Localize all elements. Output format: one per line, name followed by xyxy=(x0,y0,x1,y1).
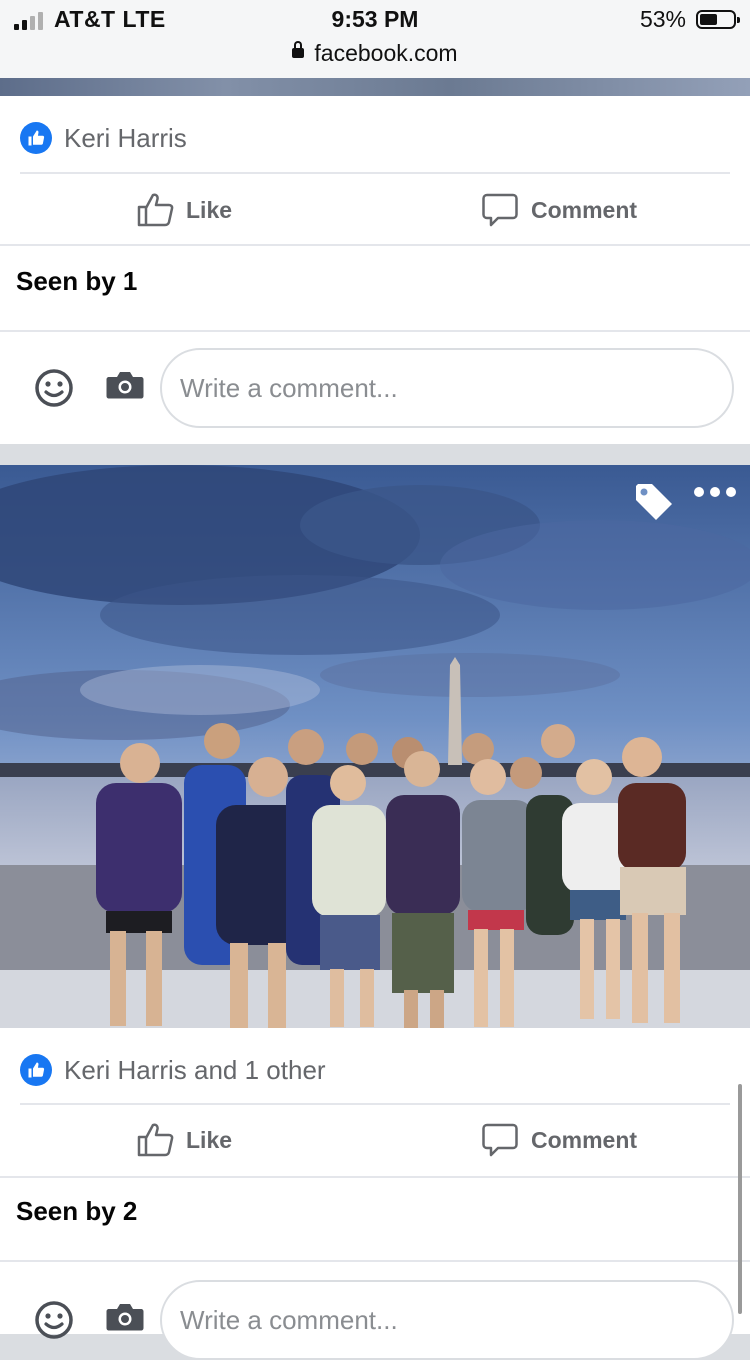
tag-icon[interactable] xyxy=(632,480,674,527)
camera-button[interactable] xyxy=(106,370,144,405)
like-label: Like xyxy=(186,196,233,223)
emoji-button[interactable] xyxy=(34,368,74,413)
comment-input[interactable] xyxy=(160,1280,734,1360)
camera-icon xyxy=(106,372,144,399)
like-button[interactable]: Like xyxy=(136,192,232,228)
smiley-icon xyxy=(35,369,73,407)
like-reaction-icon xyxy=(20,122,52,154)
battery-percent: 53% xyxy=(639,6,686,32)
divider xyxy=(0,1260,750,1262)
post-footer-1: Keri Harris Like Comment Seen by 1 xyxy=(0,96,750,444)
scrollbar[interactable] xyxy=(738,1084,742,1314)
comment-bubble-icon xyxy=(482,193,518,227)
address-bar[interactable]: facebook.com xyxy=(0,40,750,67)
post-photo[interactable] xyxy=(0,465,750,1028)
reactions-names: Keri Harris xyxy=(64,122,187,153)
comment-composer xyxy=(0,1280,750,1360)
status-time: 9:53 PM xyxy=(331,6,419,32)
seen-by-count[interactable]: Seen by 2 xyxy=(16,1196,137,1227)
previous-photo-bottom[interactable] xyxy=(0,78,750,96)
thumbs-up-icon xyxy=(137,1123,174,1157)
reactions-summary[interactable]: Keri Harris xyxy=(20,122,187,154)
thumbs-up-icon xyxy=(137,193,174,227)
reactions-names: Keri Harris and 1 other xyxy=(64,1054,326,1085)
url-text: facebook.com xyxy=(314,40,458,66)
emoji-button[interactable] xyxy=(34,1300,74,1345)
comment-composer xyxy=(0,348,750,428)
comment-label: Comment xyxy=(531,1126,638,1153)
divider xyxy=(20,172,730,174)
post-footer-2: Keri Harris and 1 other Like Comment See… xyxy=(0,1028,750,1360)
battery-icon xyxy=(696,10,740,29)
camera-button[interactable] xyxy=(106,1302,144,1337)
like-button[interactable]: Like xyxy=(136,1122,232,1158)
more-options-icon[interactable] xyxy=(694,487,736,497)
reactions-summary[interactable]: Keri Harris and 1 other xyxy=(20,1054,326,1086)
camera-icon xyxy=(106,1304,144,1331)
like-label: Like xyxy=(186,1126,233,1153)
divider xyxy=(0,244,750,246)
comment-label: Comment xyxy=(531,196,638,223)
seen-by-count[interactable]: Seen by 1 xyxy=(16,266,137,297)
smiley-icon xyxy=(35,1301,73,1339)
comment-button[interactable]: Comment xyxy=(481,192,637,228)
status-bar: AT&T LTE 9:53 PM 53% facebook.com xyxy=(0,0,750,78)
divider xyxy=(20,1103,730,1105)
lock-icon xyxy=(292,40,305,58)
comment-input[interactable] xyxy=(160,348,734,428)
divider xyxy=(0,330,750,332)
like-reaction-icon xyxy=(20,1054,52,1086)
comment-bubble-icon xyxy=(482,1123,518,1157)
divider xyxy=(0,1176,750,1178)
comment-button[interactable]: Comment xyxy=(481,1122,637,1158)
